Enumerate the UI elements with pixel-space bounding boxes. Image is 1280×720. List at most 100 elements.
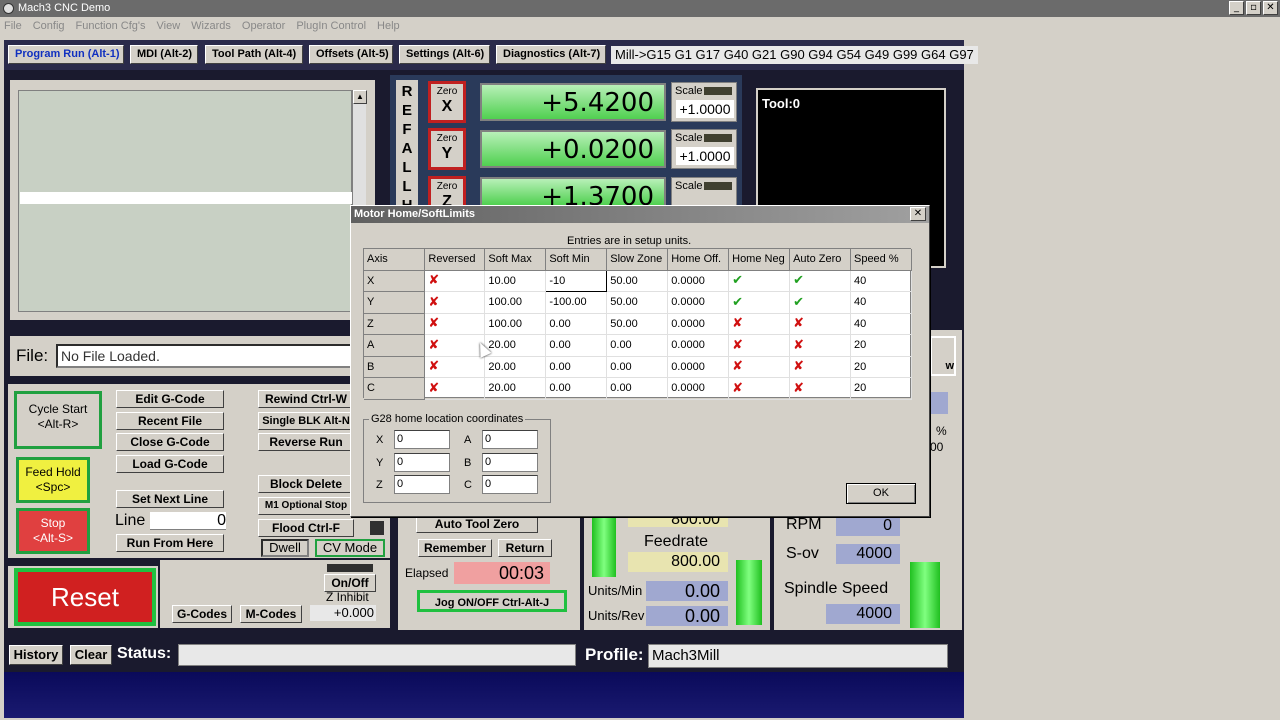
- soft-max-cell[interactable]: 20.00: [484, 377, 547, 400]
- zero-y-button[interactable]: Zero Y: [428, 128, 466, 170]
- overlapped-button-edge[interactable]: w: [930, 336, 956, 376]
- g28-a-input[interactable]: 0: [482, 430, 538, 449]
- rewind-button[interactable]: Rewind Ctrl-W: [258, 390, 354, 408]
- stop-button[interactable]: Stop <Alt-S>: [16, 508, 90, 554]
- g28-z-input[interactable]: 0: [394, 475, 450, 494]
- history-button[interactable]: History: [9, 645, 63, 665]
- block-delete-button[interactable]: Block Delete: [258, 475, 354, 493]
- menu-wizards[interactable]: Wizards: [191, 20, 231, 32]
- auto-zero-cell[interactable]: ✘: [789, 334, 851, 357]
- m1-optional-stop-button[interactable]: M1 Optional Stop: [258, 497, 354, 515]
- reversed-cell[interactable]: ✘: [424, 270, 486, 292]
- gcodes-button[interactable]: G-Codes: [172, 605, 232, 623]
- speed-cell[interactable]: 20: [850, 356, 913, 378]
- tab-program-run[interactable]: Program Run (Alt-1): [8, 45, 124, 64]
- g28-c-input[interactable]: 0: [482, 475, 538, 494]
- jog-toggle-button[interactable]: Jog ON/OFF Ctrl-Alt-J: [417, 590, 567, 612]
- flood-button[interactable]: Flood Ctrl-F: [258, 519, 354, 537]
- soft-max-cell[interactable]: 10.00: [484, 270, 547, 292]
- menu-file[interactable]: File: [4, 20, 22, 32]
- home-off-cell[interactable]: 0.0000: [667, 334, 730, 357]
- dro-z[interactable]: +1.3700: [480, 177, 666, 207]
- set-next-line-button[interactable]: Set Next Line: [116, 490, 224, 508]
- edit-gcode-button[interactable]: Edit G-Code: [116, 390, 224, 408]
- speed-cell[interactable]: 20: [850, 334, 913, 357]
- g28-x-input[interactable]: 0: [394, 430, 450, 449]
- return-button[interactable]: Return: [498, 539, 552, 557]
- tab-diagnostics[interactable]: Diagnostics (Alt-7): [496, 45, 606, 64]
- tab-tool-path[interactable]: Tool Path (Alt-4): [205, 45, 303, 64]
- soft-max-cell[interactable]: 100.00: [484, 291, 547, 314]
- slow-zone-cell[interactable]: 0.00: [606, 334, 669, 357]
- feed-hold-button[interactable]: Feed Hold <Spc>: [16, 457, 90, 503]
- soft-min-cell[interactable]: 0.00: [545, 313, 608, 335]
- dro-x[interactable]: +5.4200: [480, 83, 666, 121]
- auto-zero-cell[interactable]: ✘: [789, 356, 851, 378]
- close-window-icon[interactable]: ✕: [1263, 1, 1278, 15]
- minimize-icon[interactable]: _: [1229, 1, 1244, 15]
- auto-tool-zero-button[interactable]: Auto Tool Zero: [416, 515, 538, 533]
- scale-x[interactable]: Scale +1.0000: [671, 82, 737, 122]
- close-gcode-button[interactable]: Close G-Code: [116, 433, 224, 451]
- spindle-speed-value[interactable]: 4000: [826, 604, 900, 624]
- home-neg-cell[interactable]: ✘: [728, 334, 791, 357]
- zero-z-button[interactable]: Zero Z: [428, 176, 466, 208]
- home-off-cell[interactable]: 0.0000: [667, 291, 730, 314]
- z-inhibit-value[interactable]: +0.000: [310, 605, 376, 621]
- slow-zone-cell[interactable]: 0.00: [606, 377, 669, 400]
- speed-cell[interactable]: 40: [850, 270, 913, 292]
- dro-y[interactable]: +0.0200: [480, 130, 666, 168]
- scroll-up-icon[interactable]: ▲: [353, 90, 367, 104]
- home-neg-cell[interactable]: ✘: [728, 377, 791, 400]
- tab-offsets[interactable]: Offsets (Alt-5): [309, 45, 393, 64]
- g28-y-input[interactable]: 0: [394, 453, 450, 472]
- mcodes-button[interactable]: M-Codes: [240, 605, 302, 623]
- auto-zero-cell[interactable]: ✔: [789, 270, 851, 292]
- home-neg-cell[interactable]: ✔: [728, 291, 791, 314]
- soft-min-cell[interactable]: 0.00: [545, 334, 608, 357]
- slow-zone-cell[interactable]: 50.00: [606, 270, 669, 292]
- zero-x-button[interactable]: Zero X: [428, 81, 466, 123]
- tab-mdi[interactable]: MDI (Alt-2): [130, 45, 198, 64]
- menu-help[interactable]: Help: [377, 20, 400, 32]
- reversed-cell[interactable]: ✘: [424, 356, 486, 378]
- slow-zone-cell[interactable]: 50.00: [606, 291, 669, 314]
- soft-max-cell[interactable]: 100.00: [484, 313, 547, 335]
- menu-operator[interactable]: Operator: [242, 20, 285, 32]
- reversed-cell[interactable]: ✘: [424, 291, 486, 314]
- soft-min-cell[interactable]: 0.00: [545, 356, 608, 378]
- clear-button[interactable]: Clear: [70, 645, 112, 665]
- dialog-close-icon[interactable]: ✕: [910, 207, 926, 221]
- feedrate-value[interactable]: 800.00: [628, 552, 728, 572]
- run-from-here-button[interactable]: Run From Here: [116, 534, 224, 552]
- soft-max-cell[interactable]: 20.00: [484, 356, 547, 378]
- home-off-cell[interactable]: 0.0000: [667, 313, 730, 335]
- g28-b-input[interactable]: 0: [482, 453, 538, 472]
- line-number-field[interactable]: 0: [150, 512, 226, 530]
- tab-settings[interactable]: Settings (Alt-6): [399, 45, 490, 64]
- slow-zone-cell[interactable]: 0.00: [606, 356, 669, 378]
- speed-cell[interactable]: 20: [850, 377, 913, 400]
- home-off-cell[interactable]: 0.0000: [667, 356, 730, 378]
- soft-min-cell[interactable]: 0.00: [545, 377, 608, 400]
- soft-max-cell[interactable]: 20.00: [484, 334, 547, 357]
- single-block-button[interactable]: Single BLK Alt-N: [258, 412, 354, 430]
- menu-view[interactable]: View: [157, 20, 181, 32]
- load-gcode-button[interactable]: Load G-Code: [116, 455, 224, 473]
- speed-cell[interactable]: 40: [850, 313, 913, 335]
- speed-cell[interactable]: 40: [850, 291, 913, 314]
- menu-config[interactable]: Config: [33, 20, 65, 32]
- auto-zero-cell[interactable]: ✘: [789, 313, 851, 335]
- remember-button[interactable]: Remember: [418, 539, 492, 557]
- restore-icon[interactable]: ▫: [1246, 1, 1261, 15]
- soft-min-cell[interactable]: -100.00: [545, 291, 608, 314]
- cycle-start-button[interactable]: Cycle Start <Alt-R>: [14, 391, 102, 449]
- home-neg-cell[interactable]: ✔: [728, 270, 791, 292]
- menu-plugin-control[interactable]: PlugIn Control: [296, 20, 366, 32]
- auto-zero-cell[interactable]: ✔: [789, 291, 851, 314]
- reversed-cell[interactable]: ✘: [424, 313, 486, 335]
- reversed-cell[interactable]: ✘: [424, 377, 486, 400]
- scale-y[interactable]: Scale +1.0000: [671, 129, 737, 169]
- ok-button[interactable]: OK: [846, 483, 916, 504]
- soft-min-cell[interactable]: -10: [545, 269, 608, 292]
